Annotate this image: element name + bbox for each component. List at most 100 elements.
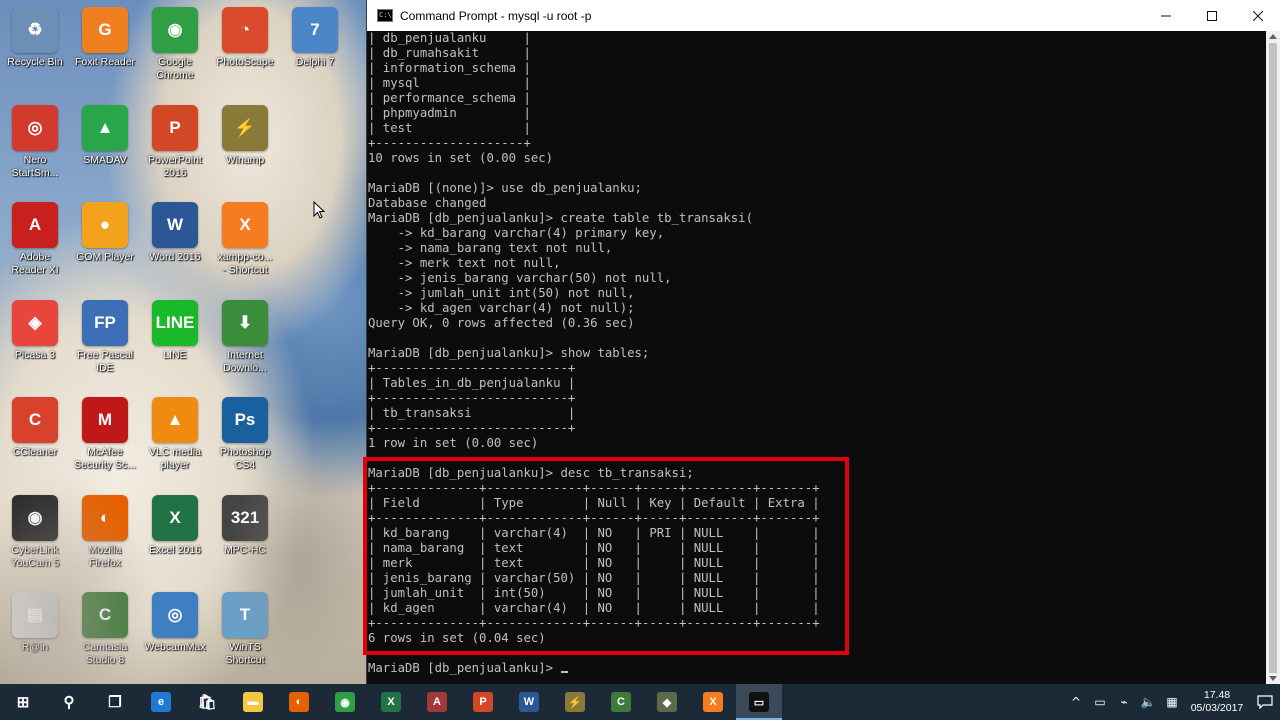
desktop-icon-glyph-icon: M [82, 397, 128, 443]
desktop-icon-glyph-icon: ▲ [82, 105, 128, 151]
terminal-line: 10 rows in set (0.00 sec) [368, 151, 554, 165]
camtasia-app[interactable]: C [598, 684, 644, 720]
camtasia-app-icon: C [611, 692, 631, 712]
desktop-icon[interactable]: ▲ SMADAV [69, 103, 141, 167]
desktop-icon[interactable]: C CCleaner [0, 395, 71, 459]
camtasia-recorder-app[interactable]: ◆ [644, 684, 690, 720]
terminal-line: | Field | Type | Null | Key | Default | … [368, 496, 820, 510]
desktop-icon[interactable]: ⚡ Winamp [209, 103, 281, 167]
clock[interactable]: 17.48 05/03/2017 [1184, 689, 1250, 715]
keyboard-icon[interactable]: ▦ [1160, 684, 1184, 720]
scroll-up-icon[interactable] [1269, 34, 1277, 39]
desktop-icon[interactable]: LINE LINE [139, 298, 211, 362]
desktop-icon[interactable]: T WinTS Shortcut [209, 590, 281, 667]
desktop-icon-label: Picasa 3 [14, 349, 56, 361]
desktop-icon[interactable]: ▲ VLC media player [139, 395, 211, 472]
desktop-icon[interactable]: ◎ Nero StartSm... [0, 103, 71, 180]
desktop-icon[interactable]: Ps Photoshop CS4 [209, 395, 281, 472]
scrollbar-thumb[interactable] [1269, 43, 1277, 673]
desktop-icon[interactable]: 7 Delphi 7 [279, 5, 351, 69]
terminal-prompt-line[interactable]: MariaDB [db_penjualanku]> [368, 661, 1268, 676]
desktop-icon-glyph-icon: ◈ [12, 300, 58, 346]
terminal-line: Database changed [368, 196, 487, 210]
desktop-icon[interactable]: ◎ WebcamMax [139, 590, 211, 654]
terminal-line: 6 rows in set (0.04 sec) [368, 631, 546, 645]
command-prompt-window[interactable]: C:\ Command Prompt - mysql -u root -p | … [366, 0, 1280, 684]
terminal-line: +--------------+-------------+------+---… [368, 616, 820, 630]
desktop-icon[interactable]: G Foxit Reader [69, 5, 141, 69]
desktop-icon[interactable]: ▤ R@in [0, 590, 71, 654]
desktop-icon[interactable]: ⬇ Internet Downlo... [209, 298, 281, 375]
chrome-app[interactable]: ◉ [322, 684, 368, 720]
window-titlebar[interactable]: C:\ Command Prompt - mysql -u root -p [367, 0, 1280, 31]
vertical-scrollbar[interactable] [1266, 31, 1280, 684]
desktop-icon-label: Delphi 7 [295, 56, 335, 68]
winamp-app[interactable]: ⚡ [552, 684, 598, 720]
taskbar: ⊞ ⚲ ❐ e 🛍 ▬ ◐ ◉ X A P W ⚡ C ◆ X ▭ ^ ▭ ⌁ 🔈 ▦ 17.48 05/03/… [0, 684, 1280, 720]
excel-app-icon: X [381, 692, 401, 712]
desktop-icon[interactable]: Xxampp-co... - Shortcut [209, 200, 281, 277]
desktop-icon[interactable]: ◈ Picasa 3 [0, 298, 71, 362]
cmd-app[interactable]: ▭ [736, 684, 782, 720]
terminal-line: +--------------------------+ [368, 361, 576, 375]
terminal-line: +--------------+-------------+------+---… [368, 511, 820, 525]
terminal-line: -> merk text not null, [368, 256, 561, 270]
tray-overflow-chevron-icon[interactable]: ^ [1064, 684, 1088, 720]
desktop-icon-glyph-icon: ◉ [152, 7, 198, 53]
maximize-button[interactable] [1189, 0, 1235, 31]
file-explorer-app-icon: ▬ [243, 692, 263, 712]
desktop-icon[interactable]: M McAfee Security Sc... [69, 395, 141, 472]
desktop-icon[interactable]: ◉ Google Chrome [139, 5, 211, 82]
terminal-prompt: MariaDB [db_penjualanku]> [368, 661, 561, 675]
desktop-icon[interactable]: W Word 2016 [139, 200, 211, 264]
edge-app[interactable]: e [138, 684, 184, 720]
desktop-icon[interactable]: ◉ CyberLink YouCam 5 [0, 493, 71, 570]
desktop-icon-label: WinTS Shortcut [225, 641, 265, 666]
desktop-icon[interactable]: X Excel 2016 [139, 493, 211, 557]
task-view-button[interactable]: ❐ [92, 684, 138, 720]
action-center-button[interactable] [1250, 684, 1280, 720]
volume-icon[interactable]: 🔈 [1136, 684, 1160, 720]
start-button[interactable]: ⊞ [0, 684, 46, 720]
desktop-icon[interactable]: ♻ Recycle Bin [0, 5, 71, 69]
terminal-line: -> nama_barang text not null, [368, 241, 613, 255]
word-app[interactable]: W [506, 684, 552, 720]
maximize-icon [1207, 10, 1217, 21]
scroll-down-icon[interactable] [1269, 676, 1277, 681]
desktop-icon[interactable]: FP Free Pascal IDE [69, 298, 141, 375]
desktop-icon[interactable]: ● GOM Player [69, 200, 141, 264]
desktop-icon-glyph-icon: ▲ [152, 397, 198, 443]
powerpoint-app[interactable]: P [460, 684, 506, 720]
search-button[interactable]: ⚲ [46, 684, 92, 720]
desktop-icon-label: CyberLink YouCam 5 [10, 544, 60, 569]
close-button[interactable] [1235, 0, 1280, 31]
desktop-icon-label: R@in [21, 641, 49, 653]
battery-icon[interactable]: ▭ [1088, 684, 1112, 720]
desktop-icon-glyph-icon: ◐ [82, 495, 128, 541]
network-icon[interactable]: ⌁ [1112, 684, 1136, 720]
terminal-line: | Tables_in_db_penjualanku | [368, 376, 576, 390]
terminal-line: +--------------------+ [368, 136, 531, 150]
desktop-icon[interactable]: P PowerPoint 2016 [139, 103, 211, 180]
file-explorer-app[interactable]: ▬ [230, 684, 276, 720]
cmd-icon: C:\ [377, 9, 393, 22]
minimize-button[interactable] [1143, 0, 1189, 31]
terminal-line: | performance_schema | [368, 91, 531, 105]
excel-app[interactable]: X [368, 684, 414, 720]
terminal-output[interactable]: | db_penjualanku | | db_rumahsakit | | inf… [367, 31, 1268, 684]
close-icon [1253, 10, 1263, 21]
desktop-icon-label: GOM Player [76, 251, 134, 263]
store-app[interactable]: 🛍 [184, 684, 230, 720]
desktop-icon-glyph-icon: Ps [222, 397, 268, 443]
terminal-line: Query OK, 0 rows affected (0.36 sec) [368, 316, 635, 330]
desktop-icon[interactable]: A Adobe Reader XI [0, 200, 71, 277]
xampp-app[interactable]: X [690, 684, 736, 720]
desktop-icon[interactable]: ◐ Mozilla Firefox [69, 493, 141, 570]
firefox-app[interactable]: ◐ [276, 684, 322, 720]
powerpoint-app-icon: P [473, 692, 493, 712]
access-app[interactable]: A [414, 684, 460, 720]
desktop-icon[interactable]: 321 MPC-HC [209, 493, 281, 557]
notification-icon [1257, 695, 1273, 709]
desktop-icon[interactable]: ◔ PhotoScape [209, 5, 281, 69]
desktop-icon[interactable]: C Camtasia Studio 8 [69, 590, 141, 667]
